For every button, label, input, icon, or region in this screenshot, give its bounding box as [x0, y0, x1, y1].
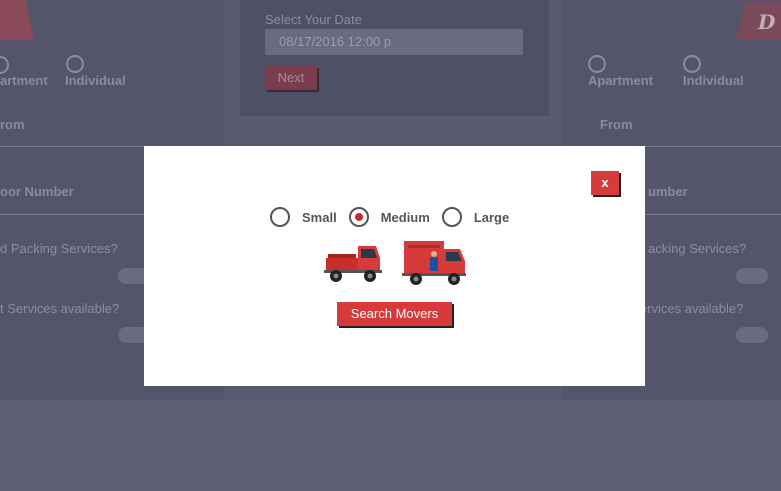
- close-button[interactable]: x: [591, 171, 619, 195]
- small-truck-icon: [324, 246, 382, 282]
- vehicle-size-options: Small Medium Large: [270, 206, 521, 228]
- date-input[interactable]: 08/17/2016 12:00 p: [265, 29, 523, 55]
- option-large[interactable]: Large: [441, 207, 510, 227]
- search-movers-button[interactable]: Search Movers: [337, 302, 452, 326]
- option-large-label: Large: [473, 209, 510, 225]
- radio-large[interactable]: [441, 207, 462, 227]
- field-from-left[interactable]: rom: [0, 117, 25, 132]
- question-lift-left: t Services available?: [0, 301, 120, 316]
- page-footer-area: [0, 400, 781, 491]
- date-label: Select Your Date: [265, 12, 362, 27]
- vehicle-size-modal: x Small Medium Large Search Movers: [144, 146, 645, 386]
- radio-individual-right[interactable]: [683, 55, 701, 73]
- field-floor-right[interactable]: umber: [648, 184, 688, 199]
- radio-individual-label-left: Individual: [65, 73, 126, 88]
- radio-medium[interactable]: [348, 207, 369, 227]
- logo-right-text: D: [758, 10, 776, 34]
- question-packing-left: d Packing Services?: [0, 241, 118, 256]
- option-small[interactable]: Small: [270, 207, 337, 227]
- toggle-lift-right[interactable]: [736, 327, 768, 343]
- logo-left: [0, 0, 34, 40]
- toggle-packing-right[interactable]: [736, 268, 768, 284]
- next-button[interactable]: Next: [265, 66, 317, 90]
- radio-individual-left[interactable]: [66, 55, 84, 73]
- radio-apartment-label-left: artment: [0, 73, 48, 88]
- radio-small[interactable]: [270, 207, 290, 227]
- radio-apartment-label-right: Apartment: [588, 73, 654, 88]
- question-lift-right: ervices available?: [640, 301, 744, 316]
- option-medium[interactable]: Medium: [348, 207, 430, 227]
- radio-individual-label-right: Individual: [683, 73, 744, 88]
- option-medium-label: Medium: [380, 209, 430, 225]
- field-from-right[interactable]: From: [600, 117, 633, 132]
- option-small-label: Small: [302, 209, 337, 225]
- field-floor-left[interactable]: oor Number: [0, 184, 74, 199]
- large-truck-icon: [402, 241, 466, 285]
- radio-apartment-left[interactable]: [0, 56, 9, 74]
- question-packing-right: acking Services?: [648, 241, 747, 256]
- radio-apartment-right[interactable]: [588, 55, 606, 73]
